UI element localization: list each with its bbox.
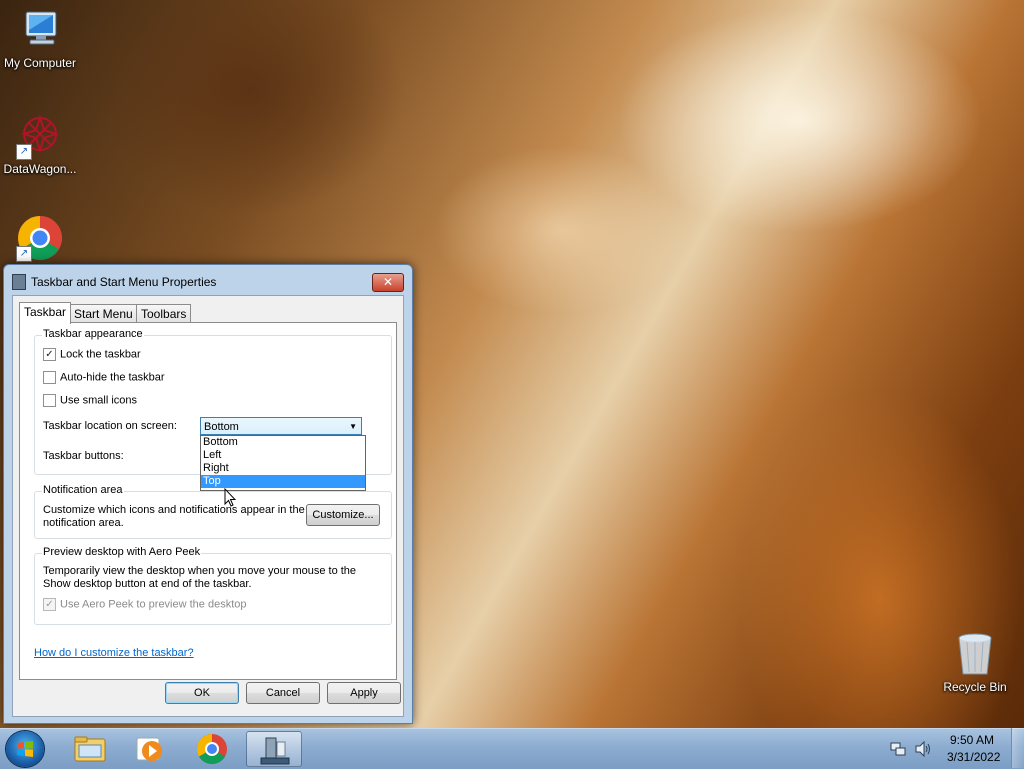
option-left[interactable]: Left: [201, 449, 365, 462]
taskbar-properties-dialog: Taskbar and Start Menu Properties ✕ Task…: [3, 264, 413, 724]
checkbox-unchecked-icon: [43, 394, 56, 407]
aero-peek-description: Temporarily view the desktop when you mo…: [43, 565, 357, 590]
checkbox-checked-icon: ✓: [43, 598, 56, 611]
checkbox-label: Use Aero Peek to preview the desktop: [60, 598, 247, 611]
chevron-down-icon: ▼: [349, 422, 357, 431]
desktop-icon-label: My Computer: [3, 56, 77, 70]
taskbar-app-taskbar-properties[interactable]: [246, 731, 302, 767]
chrome-icon: [196, 734, 227, 765]
shortcut-arrow-icon: ↗: [16, 246, 32, 262]
desktop-icon-my-computer[interactable]: My Computer: [0, 6, 80, 70]
customize-button[interactable]: Customize...: [306, 504, 380, 526]
checkbox-unchecked-icon: [43, 371, 56, 384]
option-bottom[interactable]: Bottom: [201, 436, 365, 449]
group-title: Notification area: [42, 484, 124, 496]
computer-icon: [16, 6, 64, 54]
notification-area-group: Notification area Customize which icons …: [34, 484, 392, 539]
taskbar-location-dropdown-list: Bottom Left Right Top: [200, 435, 366, 491]
clock-time[interactable]: 9:50 AM: [950, 733, 994, 747]
desktop-icon-chrome[interactable]: ↗: [0, 214, 80, 264]
shortcut-arrow-icon: ↗: [16, 144, 32, 160]
taskbar-tab-panel: Taskbar appearance ✓ Lock the taskbar Aut…: [19, 322, 397, 680]
taskbar-location-select[interactable]: Bottom ▼: [200, 417, 362, 435]
desktop-icon-label: Recycle Bin: [943, 680, 1007, 694]
taskbar-properties-icon: [260, 737, 290, 765]
taskbar-app-explorer[interactable]: [61, 731, 117, 767]
notification-description: Customize which icons and notifications …: [43, 504, 305, 529]
location-label: Taskbar location on screen:: [43, 420, 177, 432]
tab-start-menu[interactable]: Start Menu: [69, 304, 138, 323]
media-player-icon: [136, 737, 162, 761]
taskbar-app-media-player[interactable]: [122, 731, 178, 767]
start-button[interactable]: [6, 731, 44, 767]
cancel-button[interactable]: Cancel: [246, 682, 320, 704]
taskbar-app-chrome[interactable]: [184, 731, 240, 767]
datawagon-icon: ↗: [16, 112, 64, 160]
small-icons-checkbox[interactable]: Use small icons: [43, 394, 137, 408]
checkbox-label: Use small icons: [60, 394, 138, 407]
tab-label: Taskbar: [24, 305, 67, 319]
help-link[interactable]: How do I customize the taskbar?: [34, 647, 194, 659]
desktop-icon-label: DataWagon...: [3, 162, 77, 176]
dialog-title: Taskbar and Start Menu Properties: [31, 275, 217, 289]
windows-explorer-icon: [74, 736, 106, 762]
checkbox-label: Auto-hide the taskbar: [60, 371, 165, 384]
group-title: Taskbar appearance: [42, 328, 144, 340]
recycle-bin-icon: [951, 630, 999, 678]
tab-label: Toolbars: [141, 307, 187, 321]
option-right[interactable]: Right: [201, 462, 365, 475]
checkbox-checked-icon: ✓: [43, 348, 56, 361]
option-top[interactable]: Top: [201, 475, 365, 488]
clock-date[interactable]: 3/31/2022: [947, 750, 1000, 764]
taskbar: [0, 728, 1024, 769]
ok-button[interactable]: OK: [165, 682, 239, 704]
mouse-pointer-icon: [224, 487, 237, 510]
network-icon[interactable]: [890, 741, 906, 760]
lock-taskbar-checkbox[interactable]: ✓ Lock the taskbar: [43, 348, 141, 362]
taskbar-properties-icon: [12, 274, 26, 290]
taskbar-buttons-label: Taskbar buttons:: [43, 450, 124, 462]
windows-logo-icon: [17, 741, 33, 757]
close-button[interactable]: ✕: [372, 273, 404, 292]
aero-peek-checkbox[interactable]: ✓ Use Aero Peek to preview the desktop: [43, 598, 247, 612]
dialog-titlebar[interactable]: Taskbar and Start Menu Properties ✕: [4, 265, 412, 293]
tab-toolbars[interactable]: Toolbars: [136, 304, 192, 323]
dialog-client-area: Taskbar Start Menu Toolbars Taskbar appe…: [12, 295, 404, 717]
volume-icon[interactable]: [914, 740, 932, 760]
apply-button[interactable]: Apply: [327, 682, 401, 704]
tab-taskbar[interactable]: Taskbar: [19, 302, 72, 324]
checkbox-label: Lock the taskbar: [60, 348, 141, 361]
tab-label: Start Menu: [74, 307, 133, 321]
aero-peek-group: Preview desktop with Aero Peek Temporari…: [34, 546, 392, 625]
group-title: Preview desktop with Aero Peek: [42, 546, 202, 558]
desktop-icon-recycle-bin[interactable]: Recycle Bin: [935, 630, 1015, 694]
show-desktop-button[interactable]: [1011, 728, 1024, 768]
chrome-icon: ↗: [16, 214, 64, 262]
select-value: Bottom: [204, 421, 239, 433]
desktop-icon-datawagon[interactable]: ↗ DataWagon...: [0, 112, 80, 176]
autohide-taskbar-checkbox[interactable]: Auto-hide the taskbar: [43, 371, 165, 385]
close-icon: ✕: [382, 275, 394, 289]
